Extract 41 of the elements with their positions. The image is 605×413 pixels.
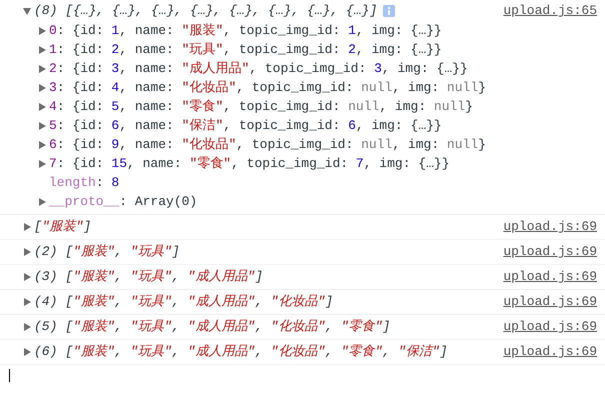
console-log-summary: ["服装"] [34,218,92,236]
property-line: 6: {id: 9, name: "化妆品", topic_img_id: null, img: null} [49,136,486,154]
source-link[interactable]: upload.js:69 [503,292,597,312]
console-log-summary: (2) ["服装", "玩具"] [34,243,180,262]
source-link[interactable]: upload.js:65 [503,1,597,21]
property-line: 3: {id: 4, name: "化妆品", topic_img_id: null, img: null} [49,79,486,98]
collapsed-triangle-icon[interactable] [38,198,46,206]
source-link[interactable]: upload.js:69 [503,267,597,287]
source-link[interactable]: upload.js:69 [503,217,597,237]
collapsed-triangle-icon[interactable] [23,248,31,256]
collapsed-triangle-icon[interactable] [38,141,46,149]
collapsed-triangle-icon[interactable] [38,27,46,35]
collapsed-triangle-icon[interactable] [38,65,46,73]
collapsed-triangle-icon[interactable] [38,46,46,54]
property-line: 1: {id: 2, name: "玩具", topic_img_id: 2, img: {…}} [49,41,442,60]
collapsed-triangle-icon[interactable] [23,323,31,331]
property-line: 0: {id: 1, name: "服装", topic_img_id: 1, img: {…}} [49,22,442,40]
property-line: 4: {id: 5, name: "零食", topic_img_id: null, img: null} [49,98,473,116]
console-log-summary: (8) [{…}, {…}, {…}, {…}, {…}, {…}, {…}, {…}] [34,2,378,20]
collapsed-triangle-icon[interactable] [38,103,46,111]
text-cursor [9,369,10,382]
collapsed-triangle-icon[interactable] [23,348,31,356]
property-line: 5: {id: 6, name: "保洁", topic_img_id: 6, img: {…}} [49,117,442,136]
property-line: length: 8 [49,174,120,192]
source-link[interactable]: upload.js:69 [503,342,597,362]
property-line: 2: {id: 3, name: "成人用品", topic_img_id: 3, img: {…}} [49,60,468,78]
source-link[interactable]: upload.js:69 [503,317,597,337]
property-line: __proto__: Array(0) [49,193,198,212]
property-line: 7: {id: 15, name: "零食", topic_img_id: 7, img: {…}} [49,155,450,174]
console-log-summary: (6) ["服装", "玩具", "成人用品", "化妆品", "零食", "保洁"] [34,343,448,362]
collapsed-triangle-icon[interactable] [23,273,31,281]
collapsed-triangle-icon[interactable] [38,84,46,92]
console-log-summary: (4) ["服装", "玩具", "成人用品", "化妆品"] [34,293,334,312]
collapsed-triangle-icon[interactable] [23,298,31,306]
collapsed-triangle-icon[interactable] [38,160,46,168]
source-link[interactable]: upload.js:69 [503,242,597,262]
console-log-summary: (5) ["服装", "玩具", "成人用品", "化妆品", "零食"] [34,318,390,336]
collapsed-triangle-icon[interactable] [38,122,46,130]
expanded-triangle-icon[interactable] [23,7,31,15]
collapsed-triangle-icon[interactable] [23,223,31,231]
console-log-summary: (3) ["服装", "玩具", "成人用品"] [34,268,263,286]
